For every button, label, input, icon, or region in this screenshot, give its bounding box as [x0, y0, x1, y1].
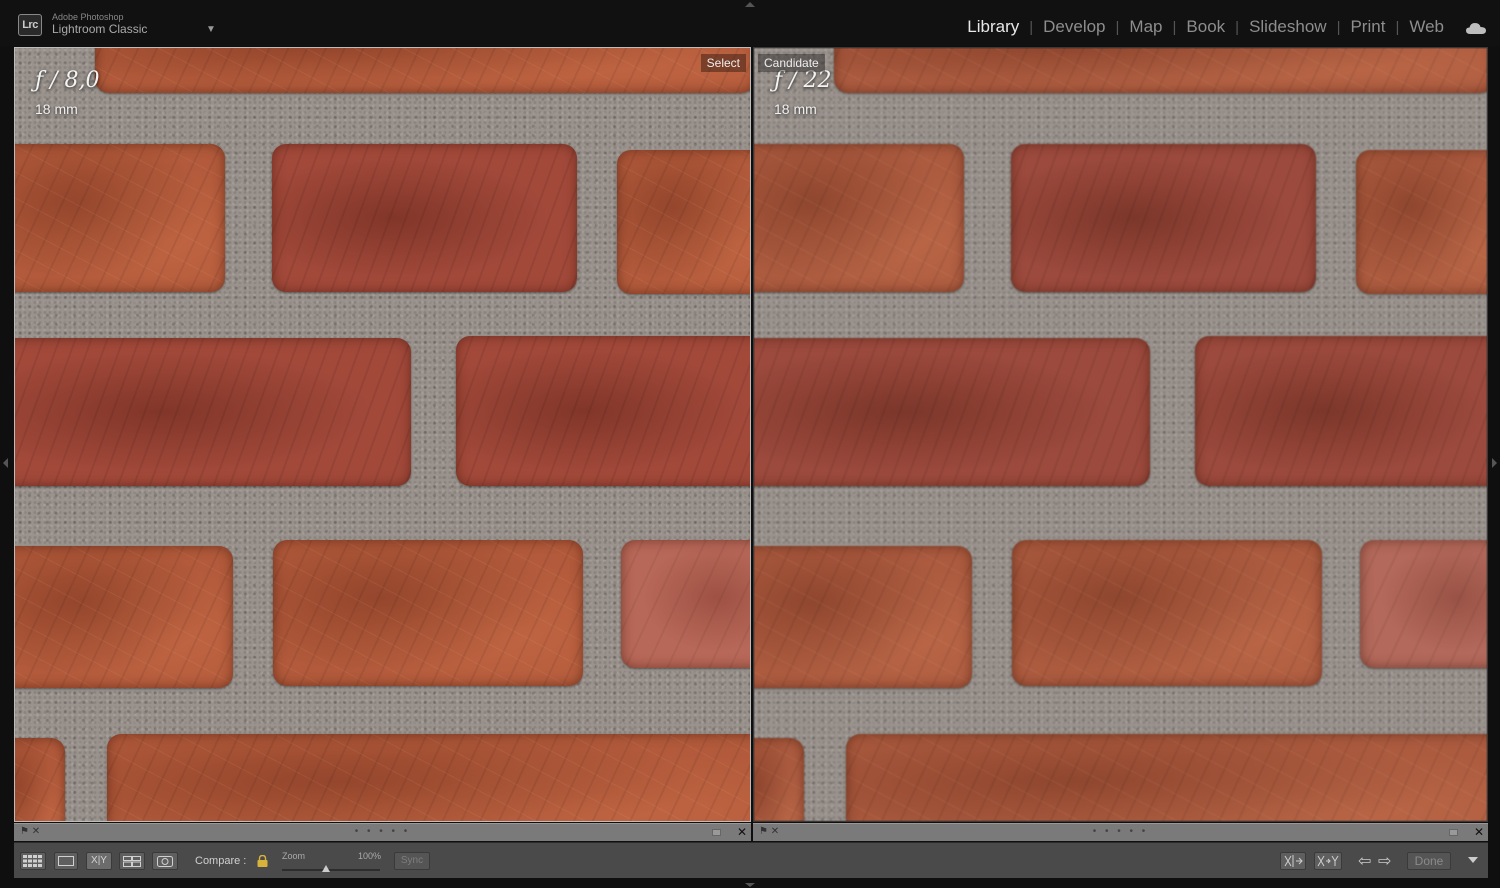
previous-photo-arrow-icon[interactable]: ⇦ — [1358, 851, 1371, 871]
module-library[interactable]: Library — [967, 17, 1019, 37]
zoom-slider-thumb[interactable] — [322, 865, 331, 872]
survey-view-button[interactable] — [119, 852, 145, 870]
zoom-slider-track[interactable] — [282, 869, 380, 871]
sync-button[interactable]: Sync — [394, 852, 430, 870]
brand-company: Adobe Photoshop — [52, 12, 124, 22]
candidate-focal-length-overlay: 18 mm — [774, 101, 817, 117]
bottom-panel-toggle-arrow[interactable] — [745, 883, 755, 887]
loupe-view-button[interactable] — [54, 852, 78, 870]
module-web[interactable]: Web — [1409, 17, 1444, 37]
toolbar: X|Y Compare : Zoom 100% Sync ⇦ ⇨ Done — [14, 842, 1488, 878]
cloud-sync-icon[interactable] — [1466, 22, 1486, 34]
select-focal-length-overlay: 18 mm — [35, 101, 78, 117]
module-develop[interactable]: Develop — [1043, 17, 1105, 37]
candidate-label: Candidate — [758, 54, 825, 72]
candidate-image-pane[interactable]: ƒ / 22 18 mm Candidate — [753, 47, 1488, 822]
toolbar-options-caret-icon[interactable] — [1468, 857, 1478, 863]
module-picker: Library | Develop | Map | Book | Slidesh… — [967, 17, 1444, 37]
candidate-star-rating[interactable]: • • • • • — [753, 826, 1488, 837]
select-close-icon[interactable]: ✕ — [737, 825, 747, 839]
select-color-label-icon[interactable] — [712, 829, 721, 836]
compare-view-button[interactable]: X|Y — [86, 852, 112, 870]
make-select-icon — [1317, 855, 1339, 867]
loupe-icon — [58, 856, 74, 866]
candidate-color-label-icon[interactable] — [1449, 829, 1458, 836]
select-label: Select — [700, 54, 746, 72]
select-image-pane[interactable]: ƒ / 8,0 18 mm Select — [14, 47, 751, 822]
module-book[interactable]: Book — [1186, 17, 1225, 37]
module-separator: | — [1029, 18, 1034, 36]
module-print[interactable]: Print — [1350, 17, 1385, 37]
zoom-label: Zoom — [282, 851, 306, 861]
module-separator: | — [1115, 18, 1120, 36]
candidate-info-strip: ⚑ ✕ • • • • • ✕ — [753, 823, 1488, 841]
people-view-button[interactable] — [152, 852, 178, 870]
module-map[interactable]: Map — [1129, 17, 1162, 37]
module-separator: | — [1336, 18, 1341, 36]
module-separator: | — [1235, 18, 1240, 36]
module-separator: | — [1172, 18, 1177, 36]
identity-menu-caret-icon[interactable]: ▼ — [206, 24, 216, 35]
select-star-rating[interactable]: • • • • • — [14, 826, 751, 837]
select-info-strip: ⚑ ✕ • • • • • ✕ — [14, 823, 751, 841]
top-panel-toggle-arrow[interactable] — [745, 2, 755, 7]
top-panel: Lrc Adobe Photoshop Lightroom Classic ▼ … — [0, 0, 1500, 46]
swap-icon — [1284, 855, 1303, 867]
module-slideshow[interactable]: Slideshow — [1249, 17, 1327, 37]
zoom-percent: 100% — [358, 851, 382, 861]
face-icon — [157, 856, 173, 867]
survey-icon — [123, 856, 141, 867]
compare-label: Compare : — [195, 855, 247, 867]
swap-button[interactable] — [1280, 852, 1306, 870]
candidate-close-icon[interactable]: ✕ — [1474, 825, 1484, 839]
done-button[interactable]: Done — [1407, 852, 1451, 870]
module-separator: | — [1395, 18, 1400, 36]
grid-view-button[interactable] — [20, 852, 46, 870]
grid-icon — [23, 855, 42, 867]
select-photo — [15, 48, 750, 821]
brand-product: Lightroom Classic — [52, 22, 148, 36]
right-panel-toggle-arrow[interactable] — [1492, 458, 1497, 468]
lock-icon[interactable] — [257, 855, 268, 867]
make-select-button[interactable] — [1314, 852, 1342, 870]
next-photo-arrow-icon[interactable]: ⇨ — [1378, 851, 1391, 871]
lrc-logo-icon: Lrc — [18, 14, 42, 36]
select-aperture-overlay: ƒ / 8,0 — [35, 68, 100, 93]
left-panel-toggle-arrow[interactable] — [3, 458, 8, 468]
candidate-photo — [754, 48, 1487, 821]
